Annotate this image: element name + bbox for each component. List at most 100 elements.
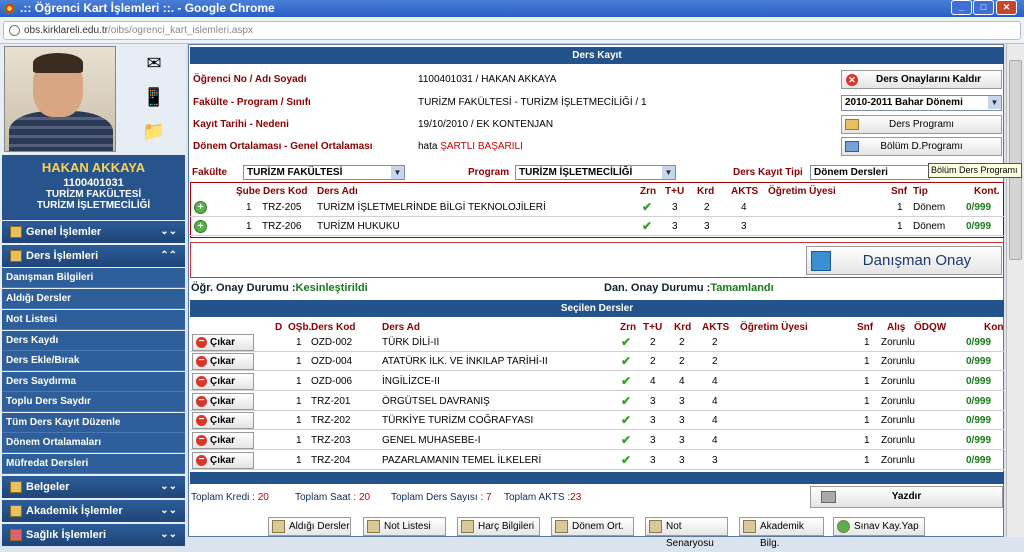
student-faculty: TURİZM FAKÜLTESİ [45,189,142,200]
table-footer-bar [190,472,1004,484]
sidebar-item-mufredat[interactable]: Müfredat Dersleri [2,454,185,474]
sidebar-item-not-listesi[interactable]: Not Listesi [2,310,185,330]
window-titlebar: .:: Öğrenci Kart İşlemleri ::. - Google … [0,0,1024,17]
col-odqw: ÖDQW [914,322,947,333]
label-kayit-tarihi: Kayıt Tarihi - Nedeni [193,119,289,130]
sidebar-item-danisman[interactable]: Danışman Bilgileri [2,268,185,288]
label-fakulte-program: Fakülte - Program / Sınıfı [193,97,311,108]
minimize-button[interactable]: _ [951,0,972,15]
menu-belgeler[interactable]: Belgeler ⌄⌄ [2,476,185,498]
check-icon: ✔ [621,374,632,388]
col-ders-kod: Ders Kod [263,186,308,197]
col-tip: Tip [913,186,928,197]
filter-program-label: Program [468,167,510,178]
fakulte-select[interactable]: TURİZM FAKÜLTESİ ▼ [243,165,405,180]
col-krd: Krd [697,186,715,197]
sidebar-item-tum-ders[interactable]: Tüm Ders Kayıt Düzenle [2,413,185,433]
mail-icon[interactable]: ✉ [140,50,168,76]
term-select[interactable]: 2010-2011 Bahar Dönemi ▼ [841,95,1002,111]
col-snf: Snf [891,186,908,197]
chevron-down-icon: ▼ [662,166,675,179]
value-fakulte-program: TURİZM FAKÜLTESİ - TURİZM İŞLETMECİLİĞİ … [418,97,647,108]
chevron-down-icon: ⌄⌄ [160,505,177,516]
folder-icon [10,250,22,262]
student-program: TURİZM İŞLETMECİLİĞİ [36,200,151,211]
print-button[interactable]: Yazdır [810,486,1003,508]
col-zrn: Zrn [640,186,657,197]
table-row: − Çıkar 1 TRZ-201 ÖRGÜTSEL DAVRANIŞ ✔ 3 3 4 1 Zoru… [190,392,1004,411]
minus-icon: − [196,455,207,466]
btn-not-senaryosu[interactable]: Not Senaryosu [645,517,728,549]
danisman-onay-button[interactable]: Danışman Onay [806,246,1002,275]
student-name: HAKAN AKKAYA [41,160,146,175]
url-path: /oibs/ogrenci_kart_islemleri.aspx [107,25,253,36]
secilen-dersler-header: Seçilen Dersler [190,300,1004,317]
plus-icon[interactable]: + [194,201,207,214]
btn-akademik-bilg[interactable]: Akademik Bilg. [739,517,824,549]
menu-ders-islemleri[interactable]: Ders İşlemleri ⌃⌃ [2,245,185,267]
btn-donem-ort[interactable]: Dönem Ort. [551,517,634,536]
dan-onay-durumu: Dan. Onay Durumu :Tamamlandı [604,282,774,294]
minus-icon: − [196,396,207,407]
table-row: + 1 TRZ-206 TURİZM HUKUKU ✔ 3 3 3 1 Döne… [190,217,1004,236]
btn-harc-bilgileri[interactable]: Harç Bilgileri [457,517,540,536]
chevron-down-icon: ⌄⌄ [160,529,177,540]
value-ogrenci-no: 1100401031 / HAKAN AKKAYA [418,74,557,85]
check-icon: ✔ [621,413,632,427]
col-sube: Şube [236,186,261,197]
table-row: + 1 TRZ-205 TURİZM İŞLETMELRİNDE BİLGİ T… [190,198,1004,217]
folder-icon[interactable]: 📁 [140,118,168,144]
phone-icon[interactable]: 📱 [140,84,168,110]
plus-icon[interactable]: + [194,220,207,233]
ders-kayit-tipi-select[interactable]: Dönem Dersleri [810,165,930,180]
remove-course-button[interactable]: − Çıkar [192,353,254,370]
remove-course-button[interactable]: − Çıkar [192,393,254,410]
sidebar-item-donem-ort[interactable]: Dönem Ortalamaları [2,433,185,453]
remove-course-button[interactable]: − Çıkar [192,452,254,469]
program-select[interactable]: TURİZM İŞLETMECİLİĞİ ▼ [515,165,676,180]
scrollbar[interactable] [1006,44,1024,537]
close-button[interactable]: ✕ [996,0,1017,15]
bolum-programi-button[interactable]: Bölüm D.Programı [841,137,1002,156]
scrollbar-thumb[interactable] [1009,60,1022,260]
sidebar-item-ders-kaydi[interactable]: Ders Kaydı [2,331,185,351]
label-ogrenci-no: Öğrenci No / Adı Soyadı [193,74,307,85]
sidebar-item-aldigi-dersler[interactable]: Aldığı Dersler [2,289,185,309]
heart-icon [10,529,22,541]
remove-course-button[interactable]: − Çıkar [192,334,254,351]
menu-genel-islemler[interactable]: Genel İşlemler ⌄⌄ [2,221,185,243]
remove-course-button[interactable]: − Çıkar [192,412,254,429]
col-kont: Kont. [974,186,1000,197]
btn-sinav-kay[interactable]: Sınav Kay.Yap [833,517,925,536]
col-ders-ad: Ders Ad [382,322,420,333]
col-d: D [275,322,283,333]
ders-kayit-header: Ders Kayıt [190,47,1004,64]
btn-aldigi-dersler[interactable]: Aldığı Dersler [268,517,351,536]
calendar-icon [845,141,859,152]
table-row: − Çıkar 1 TRZ-202 TÜRKİYE TURİZM COĞRAFYASI ✔… [190,411,1004,430]
col-snf: Snf [857,322,874,333]
check-icon: ✔ [621,354,632,368]
menu-saglik[interactable]: Sağlık İşlemleri ⌄⌄ [2,524,185,546]
folder-icon [10,226,22,238]
close-circle-icon: ✕ [846,74,858,86]
minus-icon: − [196,337,207,348]
remove-course-button[interactable]: − Çıkar [192,432,254,449]
sidebar-item-toplu-ders[interactable]: Toplu Ders Saydır [2,392,185,412]
remove-course-button[interactable]: − Çıkar [192,373,254,390]
menu-akademik[interactable]: Akademik İşlemler ⌄⌄ [2,500,185,522]
url-field[interactable]: obs.kirklareli.edu.tr/oibs/ogrenci_kart_… [3,21,1021,40]
ders-programi-button[interactable]: Ders Programı [841,115,1002,134]
approve-icon [811,251,831,271]
col-akts: AKTS [702,322,730,333]
total-saat: Toplam Saat : 20 [295,492,371,503]
maximize-button[interactable]: □ [973,0,994,15]
sidebar-item-ders-ekle[interactable]: Ders Ekle/Bırak [2,351,185,371]
check-icon: ✔ [621,433,632,447]
btn-not-listesi[interactable]: Not Listesi [363,517,446,536]
remove-approvals-button[interactable]: ✕ Ders Onaylarını Kaldır [841,70,1002,89]
value-kayit-tarihi: 19/10/2010 / EK KONTENJAN [418,119,554,130]
student-number: 1100401031 [63,177,124,189]
sidebar-item-ders-saydirma[interactable]: Ders Saydırma [2,372,185,392]
total-kredi: Toplam Kredi : 20 [191,492,269,503]
